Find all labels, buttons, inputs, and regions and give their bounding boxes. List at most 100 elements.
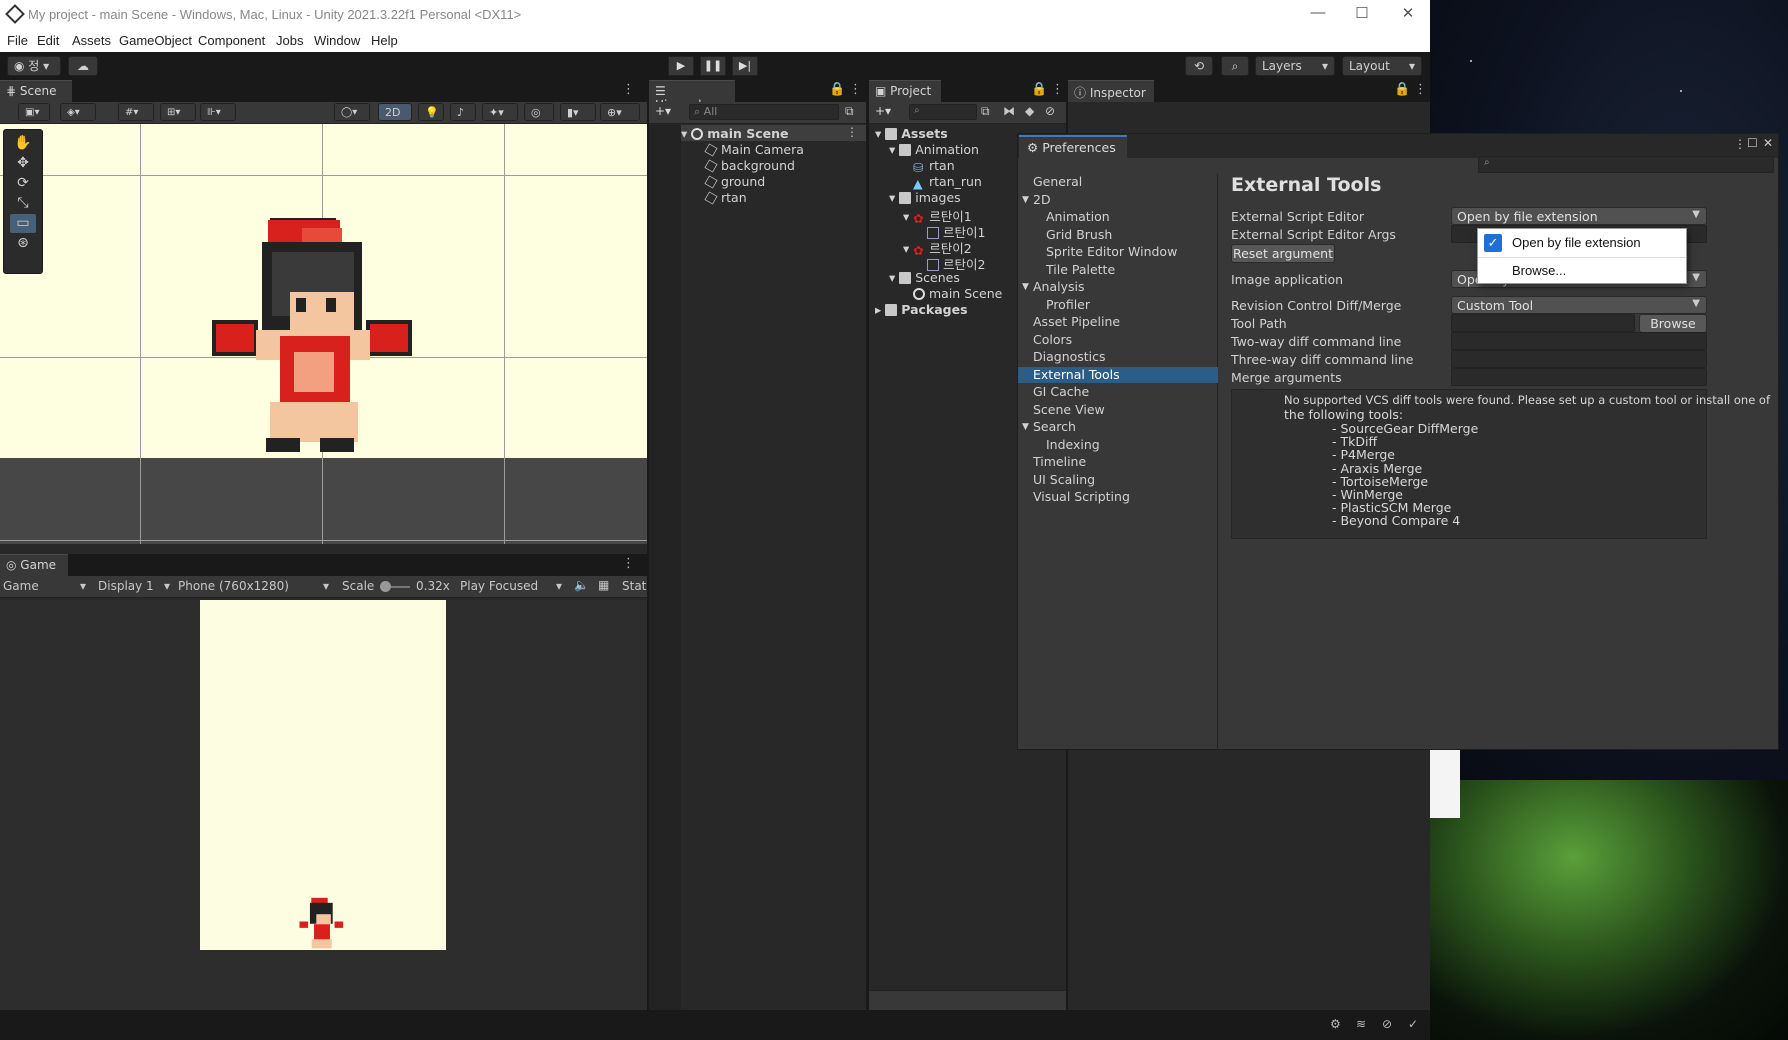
audio-icon[interactable]: ♪ — [450, 103, 476, 121]
revision-control-dropdown[interactable]: Custom Tool ▼ — [1451, 296, 1707, 314]
more-options-icon[interactable]: ⋮ — [849, 82, 862, 97]
increment-snap-icon[interactable]: ⊪▾ — [200, 103, 236, 121]
game-view-select[interactable]: Game ▾ — [3, 579, 88, 593]
tab-project[interactable]: ▣ Project — [869, 80, 941, 102]
menu-jobs[interactable]: Jobs — [276, 33, 303, 48]
project-folder-packages[interactable]: ▸ Packages — [875, 302, 968, 317]
option-browse[interactable]: Browse... — [1478, 258, 1686, 283]
play-focused-select[interactable]: Play Focused ▾ — [460, 579, 564, 593]
search-options-icon[interactable]: ⧉ — [845, 104, 854, 119]
display-select[interactable]: Display 1 ▾ — [98, 579, 172, 593]
reset-argument-button[interactable]: Reset argument — [1231, 244, 1335, 263]
sidebar-item-ui-scaling[interactable]: UI Scaling — [1018, 472, 1218, 488]
menu-edit[interactable]: Edit — [37, 33, 59, 48]
option-open-by-file-extension[interactable]: ✓ Open by file extension — [1478, 229, 1686, 256]
maximize-icon[interactable]: ☐ — [1747, 136, 1758, 150]
sidebar-item-indexing[interactable]: Indexing — [1018, 437, 1218, 453]
external-script-editor-dropdown[interactable]: Open by file extension ▼ — [1451, 207, 1707, 225]
hierarchy-item-main-camera[interactable]: Main Camera — [704, 142, 804, 157]
add-icon[interactable]: +▾ — [875, 104, 891, 118]
debug-icon[interactable]: ⚙ — [1330, 1017, 1341, 1031]
menu-help[interactable]: Help — [371, 33, 398, 48]
transform-tool-icon[interactable]: ⊛ — [10, 234, 36, 253]
menu-component[interactable]: Component — [198, 33, 265, 48]
grid-icon[interactable]: ⊞▾ — [160, 103, 196, 121]
visibility-icon[interactable]: ◎ — [524, 103, 554, 121]
two-way-diff-field[interactable] — [1451, 332, 1707, 350]
sidebar-item-tile-palette[interactable]: Tile Palette — [1018, 262, 1218, 278]
add-icon[interactable]: +▾ — [655, 104, 671, 118]
sidebar-item-general[interactable]: General — [1018, 174, 1218, 190]
scale-tool-icon[interactable]: ⤡ — [10, 194, 36, 213]
mute-audio-icon[interactable]: 🔈 — [574, 578, 589, 592]
tab-preferences[interactable]: ⚙ Preferences — [1019, 135, 1127, 158]
scale-slider-handle[interactable] — [380, 581, 391, 592]
menu-window[interactable]: Window — [314, 33, 360, 48]
lighting-icon[interactable]: 💡 — [418, 103, 444, 121]
tab-scene[interactable]: ⋕ Scene — [0, 80, 72, 102]
minimize-button[interactable]: — — [1298, 4, 1338, 26]
sidebar-item-diagnostics[interactable]: Diagnostics — [1018, 349, 1218, 365]
more-options-icon[interactable]: ⋮ — [1734, 137, 1746, 151]
stats-button[interactable]: Stat — [622, 579, 646, 593]
cloud-icon[interactable]: ☁ — [68, 56, 98, 76]
more-options-icon[interactable]: ⋮ — [622, 82, 635, 97]
render-cube-icon[interactable]: ◈▾ — [60, 103, 96, 121]
three-way-diff-field[interactable] — [1451, 350, 1707, 368]
gizmos-icon[interactable]: ⊕▾ — [600, 103, 640, 121]
camera-icon[interactable]: ▮▾ — [560, 103, 596, 121]
rect-tool-icon[interactable]: ▭ — [10, 214, 36, 233]
project-item-rtan-run[interactable]: ▲ rtan_run — [913, 174, 982, 191]
sidebar-item-sprite-editor-window[interactable]: Sprite Editor Window — [1018, 244, 1218, 260]
sidebar-item-analysis[interactable]: ▼ Analysis — [1018, 279, 1218, 295]
sidebar-item-external-tools[interactable]: External Tools — [1018, 366, 1218, 383]
project-folder-assets[interactable]: ▾ Assets — [875, 126, 948, 141]
auto-generate-lighting-icon[interactable]: ⊘ — [1382, 1017, 1392, 1031]
account-button[interactable]: ◉ 정 ▾ — [7, 56, 61, 76]
label-icon[interactable]: ◆ — [1025, 104, 1034, 118]
preferences-search-input[interactable]: ⌕ — [1478, 156, 1774, 173]
expand-arrow-icon[interactable]: ▼ — [1022, 419, 1029, 435]
pause-button[interactable]: ❚❚ — [700, 56, 726, 76]
scene-row[interactable]: ▾ main Scene ⋮ — [649, 125, 866, 141]
resolution-select[interactable]: Phone (760x1280) ▾ — [178, 579, 331, 593]
hierarchy-search-input[interactable]: ⌕ All — [689, 104, 839, 120]
step-button[interactable]: ▶| — [732, 56, 758, 76]
layers-dropdown[interactable]: Layers ▾ — [1255, 56, 1335, 76]
close-button[interactable]: ✕ — [1388, 4, 1428, 26]
mode-2d-button[interactable]: 2D — [378, 103, 412, 121]
search-type-icon[interactable]: ⧉ — [981, 104, 990, 119]
sidebar-item-scene-view[interactable]: Scene View — [1018, 402, 1218, 418]
hierarchy-item-background[interactable]: background — [704, 158, 795, 173]
expand-arrow-icon[interactable]: ▼ — [1022, 279, 1029, 295]
filter-icon[interactable]: ⧓ — [1003, 104, 1015, 118]
more-options-icon[interactable]: ⋮ — [1414, 82, 1427, 97]
sidebar-item-asset-pipeline[interactable]: Asset Pipeline — [1018, 314, 1218, 330]
project-search-input[interactable]: ⌕ — [909, 104, 977, 120]
sidebar-item-visual-scripting[interactable]: Visual Scripting — [1018, 489, 1218, 505]
more-options-icon[interactable]: ⋮ — [1051, 82, 1064, 97]
merge-arguments-field[interactable] — [1451, 368, 1707, 386]
expand-arrow-icon[interactable]: ▼ — [1022, 192, 1029, 208]
progress-check-icon[interactable]: ✓ — [1408, 1017, 1418, 1031]
close-icon[interactable]: ✕ — [1763, 136, 1773, 150]
sidebar-item-gi-cache[interactable]: GI Cache — [1018, 384, 1218, 400]
menu-assets[interactable]: Assets — [72, 33, 111, 48]
lock-icon[interactable]: 🔒 — [829, 82, 845, 97]
sidebar-item-grid-brush[interactable]: Grid Brush — [1018, 227, 1218, 243]
sidebar-item-search[interactable]: ▼ Search — [1018, 419, 1218, 435]
lock-icon[interactable]: 🔒 — [1031, 82, 1047, 97]
rotate-tool-icon[interactable]: ⟳ — [10, 174, 36, 193]
hand-tool-icon[interactable]: ✋ — [10, 134, 36, 153]
more-options-icon[interactable]: ⋮ — [622, 556, 635, 571]
game-viewport[interactable] — [0, 600, 647, 1010]
project-item-main-scene[interactable]: main Scene — [913, 286, 1002, 301]
menu-file[interactable]: File — [7, 33, 28, 48]
sidebar-item-colors[interactable]: Colors — [1018, 332, 1218, 348]
more-options-icon[interactable]: ⋮ — [846, 125, 858, 139]
layout-dropdown[interactable]: Layout ▾ — [1342, 56, 1422, 76]
hidden-packages-icon[interactable]: ⊘ — [1045, 104, 1055, 118]
sidebar-item-profiler[interactable]: Profiler — [1018, 297, 1218, 313]
maximize-button[interactable]: ☐ — [1342, 4, 1382, 26]
project-folder-images[interactable]: ▾ images — [889, 190, 961, 205]
